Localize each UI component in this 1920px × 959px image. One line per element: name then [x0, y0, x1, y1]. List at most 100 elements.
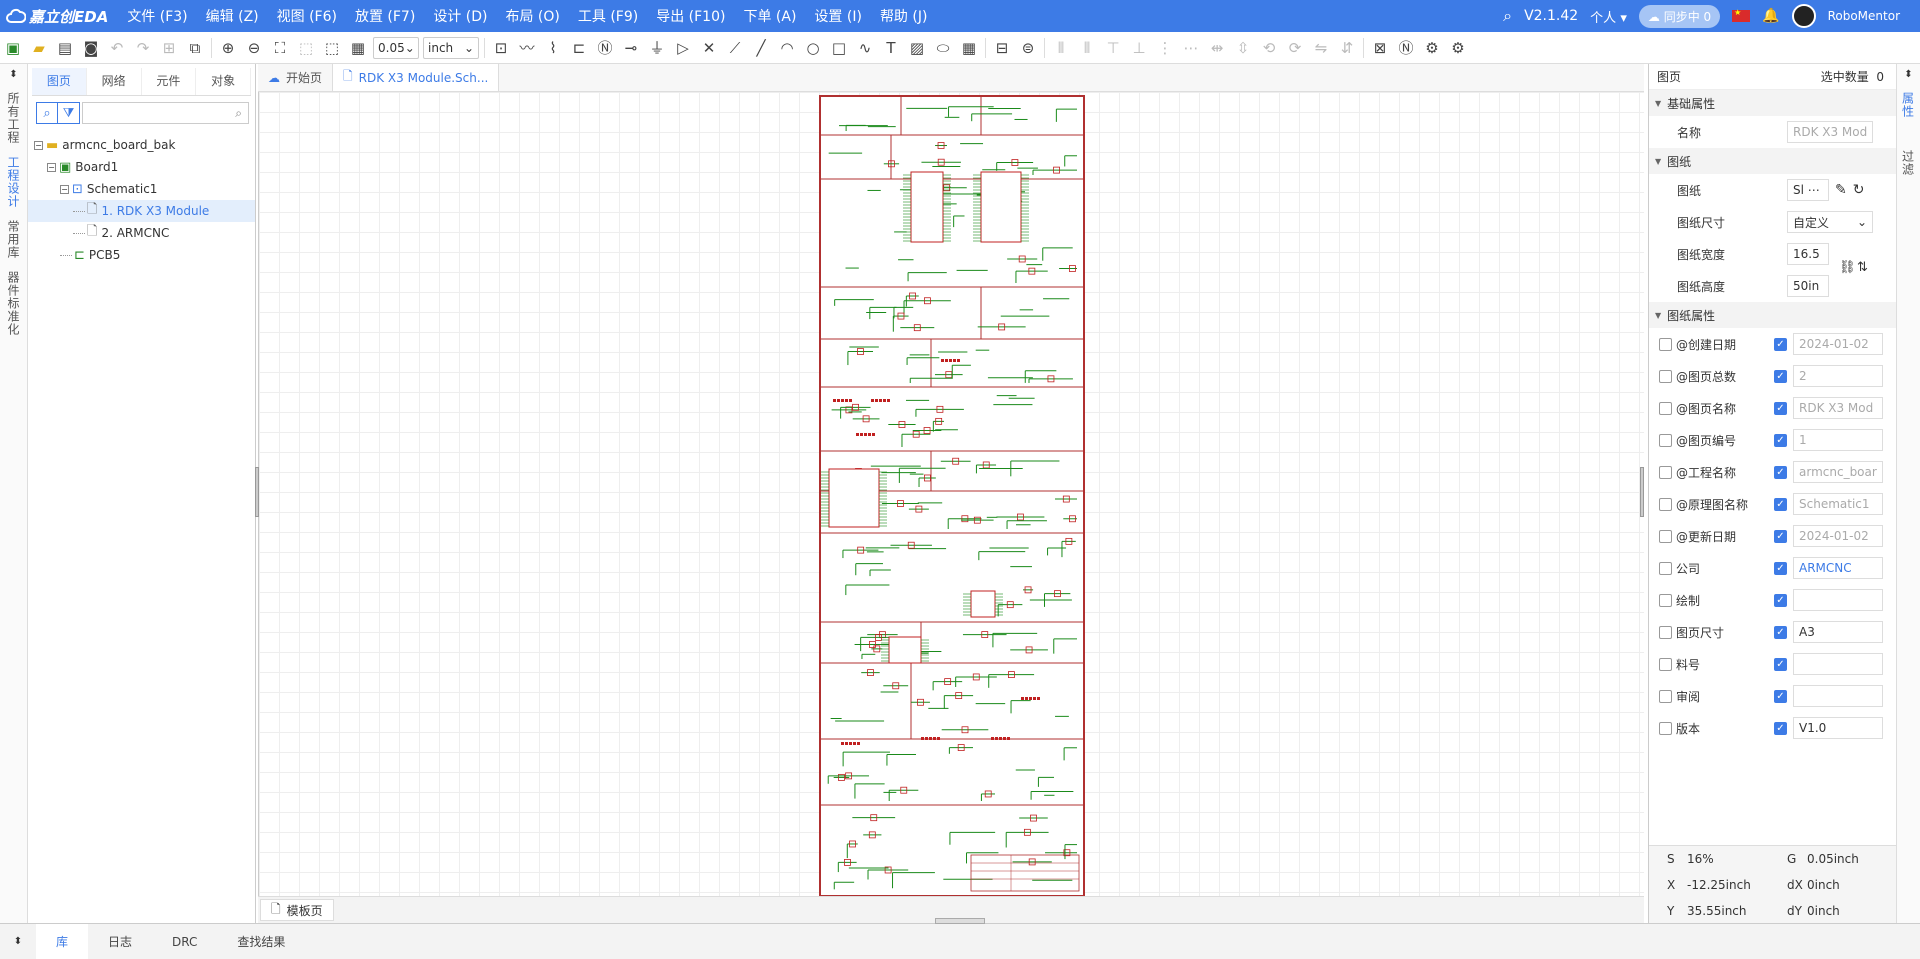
- search-icon[interactable]: ⌕: [1503, 6, 1512, 26]
- show-value-checkbox[interactable]: ✓: [1774, 529, 1787, 543]
- ellipse-icon[interactable]: ⬭: [930, 35, 956, 61]
- annotate-icon[interactable]: ⊟: [989, 35, 1015, 61]
- show-value-checkbox[interactable]: ✓: [1774, 689, 1787, 703]
- tree-item[interactable]: 🗋 1. RDK X3 Module: [28, 200, 255, 222]
- net-port-icon[interactable]: ⊸: [618, 35, 644, 61]
- show-value-checkbox[interactable]: ✓: [1774, 593, 1787, 607]
- refresh-icon[interactable]: ↻: [1853, 182, 1865, 198]
- edit-pencil-icon[interactable]: ✎: [1835, 182, 1847, 198]
- paper-width-field[interactable]: 16.5: [1787, 243, 1829, 265]
- sync-status-button[interactable]: ☁ 同步中 0: [1638, 4, 1721, 28]
- show-value-checkbox[interactable]: ✓: [1774, 497, 1787, 511]
- net-flag-icon[interactable]: ▷: [670, 35, 696, 61]
- paper-height-field[interactable]: 50in: [1787, 275, 1829, 297]
- show-value-checkbox[interactable]: ✓: [1774, 337, 1787, 351]
- bell-icon[interactable]: 🔔: [1762, 8, 1779, 24]
- undo-icon[interactable]: ↶: [104, 35, 130, 61]
- show-name-checkbox[interactable]: [1659, 433, 1672, 447]
- section-paper-attributes[interactable]: 图纸属性: [1649, 302, 1896, 328]
- grid-size-select[interactable]: 0.05 ⌄: [373, 36, 419, 59]
- show-value-checkbox[interactable]: ✓: [1774, 465, 1787, 479]
- rail-tab[interactable]: 工程设计: [0, 150, 27, 214]
- show-name-checkbox[interactable]: [1659, 657, 1672, 671]
- unit-select[interactable]: inch ⌄: [423, 36, 479, 59]
- menu-item[interactable]: 文件 (F3): [118, 6, 196, 26]
- show-value-checkbox[interactable]: ✓: [1774, 721, 1787, 735]
- rotate-right-icon[interactable]: ⟳: [1282, 35, 1308, 61]
- zoom-out-icon[interactable]: ⊖: [241, 35, 267, 61]
- align-center-h-icon[interactable]: ⋮: [1152, 35, 1178, 61]
- bottom-tab[interactable]: 查找结果: [217, 924, 305, 959]
- zoom-in-icon[interactable]: ⊕: [215, 35, 241, 61]
- update-pcb-icon[interactable]: ⊜: [1015, 35, 1041, 61]
- section-paper[interactable]: 图纸: [1649, 148, 1896, 174]
- tab-schematic[interactable]: 🗋 RDK X3 Module.Sch...: [333, 64, 500, 91]
- new-icon[interactable]: ▣: [0, 35, 26, 61]
- pin-icon[interactable]: ⬍: [0, 936, 36, 947]
- distribute-h-icon[interactable]: ⇹: [1204, 35, 1230, 61]
- show-value-checkbox[interactable]: ✓: [1774, 401, 1787, 415]
- save-all-icon[interactable]: ◙: [78, 35, 104, 61]
- section-basic-properties[interactable]: 基础属性: [1649, 90, 1896, 116]
- attribute-value-field[interactable]: 2: [1793, 365, 1883, 387]
- show-name-checkbox[interactable]: [1659, 561, 1672, 575]
- flip-v-icon[interactable]: ⇵: [1334, 35, 1360, 61]
- attribute-value-field[interactable]: [1793, 653, 1883, 675]
- tree-item[interactable]: − ▬ armcnc_board_bak: [28, 134, 255, 156]
- show-name-checkbox[interactable]: [1659, 689, 1672, 703]
- rail-tab-filter[interactable]: 过滤: [1897, 144, 1919, 182]
- menu-item[interactable]: 导出 (F10): [647, 6, 734, 26]
- left-panel-collapse-handle[interactable]: [255, 467, 259, 517]
- paper-field[interactable]: Sl ⋯: [1787, 179, 1829, 201]
- name-field[interactable]: RDK X3 Mod: [1787, 121, 1873, 143]
- tree-item[interactable]: ⊏ PCB5: [28, 244, 255, 266]
- fit-view-icon[interactable]: ⛶: [267, 35, 293, 61]
- language-flag-icon[interactable]: [1732, 8, 1751, 22]
- show-name-checkbox[interactable]: [1659, 337, 1672, 351]
- expand-toggle-icon[interactable]: −: [47, 162, 56, 172]
- rail-tab[interactable]: 所有工程: [0, 86, 27, 150]
- app-logo[interactable]: 嘉立创EDA: [6, 6, 108, 27]
- table-icon[interactable]: ▦: [956, 35, 982, 61]
- attribute-value-field[interactable]: 2024-01-02: [1793, 333, 1883, 355]
- tab-0[interactable]: 图页: [32, 68, 87, 95]
- align-top-icon[interactable]: ⊤: [1100, 35, 1126, 61]
- menu-item[interactable]: 设计 (D): [424, 6, 496, 26]
- show-name-checkbox[interactable]: [1659, 369, 1672, 383]
- line-icon[interactable]: ╱: [748, 35, 774, 61]
- attribute-value-field[interactable]: [1793, 685, 1883, 707]
- zoom-selection-icon[interactable]: ⬚: [293, 35, 319, 61]
- netlist-icon[interactable]: Ⓝ: [1393, 35, 1419, 61]
- flip-h-icon[interactable]: ⇋: [1308, 35, 1334, 61]
- rectangle-icon[interactable]: □: [826, 35, 852, 61]
- arc-icon[interactable]: ◠: [774, 35, 800, 61]
- show-name-checkbox[interactable]: [1659, 465, 1672, 479]
- show-value-checkbox[interactable]: ✓: [1774, 433, 1787, 447]
- menu-item[interactable]: 视图 (F6): [268, 6, 346, 26]
- paper-size-select[interactable]: 自定义 ⌄: [1787, 211, 1873, 233]
- expand-toggle-icon[interactable]: −: [60, 184, 69, 194]
- attribute-value-field[interactable]: V1.0: [1793, 717, 1883, 739]
- search-input[interactable]: ⌕: [82, 102, 249, 124]
- tab-2[interactable]: 元件: [142, 68, 197, 95]
- redo-icon[interactable]: ↷: [130, 35, 156, 61]
- attribute-value-field[interactable]: 2024-01-02: [1793, 525, 1883, 547]
- save-icon[interactable]: ▤: [52, 35, 78, 61]
- show-name-checkbox[interactable]: [1659, 721, 1672, 735]
- tab-1[interactable]: 网络: [87, 68, 142, 95]
- menu-item[interactable]: 放置 (F7): [346, 6, 424, 26]
- pin-icon[interactable]: ⬍: [0, 64, 27, 86]
- attribute-value-field[interactable]: armcnc_boar: [1793, 461, 1883, 483]
- menu-item[interactable]: 设置 (I): [805, 6, 871, 26]
- show-value-checkbox[interactable]: ✓: [1774, 625, 1787, 639]
- align-bottom-icon[interactable]: ⊥: [1126, 35, 1152, 61]
- bottom-tab[interactable]: 日志: [88, 924, 152, 959]
- tree-item[interactable]: 🗋 2. ARMCNC: [28, 222, 255, 244]
- schematic-sheet[interactable]: [819, 95, 1085, 897]
- show-name-checkbox[interactable]: [1659, 401, 1672, 415]
- right-panel-collapse-handle[interactable]: [1640, 467, 1644, 517]
- open-folder-icon[interactable]: ▰: [26, 35, 52, 61]
- show-value-checkbox[interactable]: ✓: [1774, 369, 1787, 383]
- align-right-icon[interactable]: ⫴: [1074, 35, 1100, 61]
- bus-entry-icon[interactable]: ⊏: [566, 35, 592, 61]
